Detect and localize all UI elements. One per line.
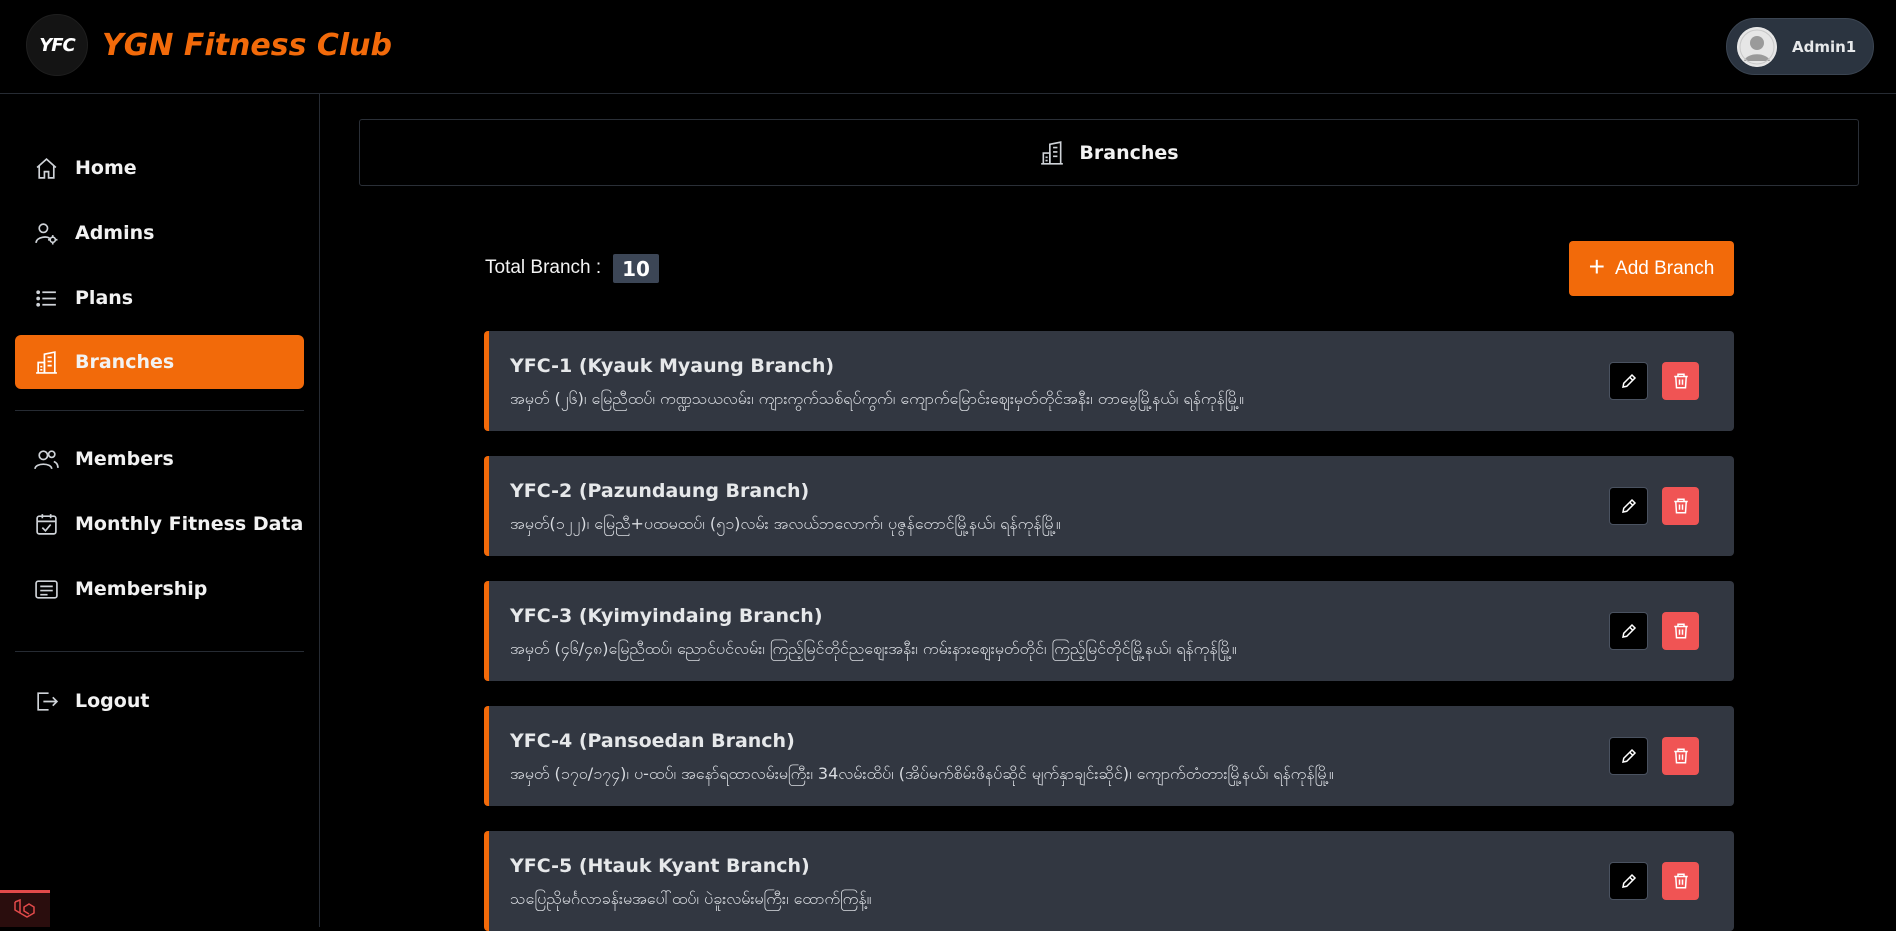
pencil-icon xyxy=(1621,623,1636,638)
edit-branch-button[interactable] xyxy=(1609,737,1648,775)
sidebar-item-logout[interactable]: Logout xyxy=(15,674,304,728)
branch-card: YFC-2 (Pazundaung Branch) အမှတ်(၁၂၂)၊ မြ… xyxy=(484,456,1734,556)
logo-text: YFC xyxy=(39,34,76,56)
laravel-icon xyxy=(14,899,35,918)
user-menu-button[interactable]: Admin1 xyxy=(1726,18,1874,75)
trash-icon xyxy=(1673,373,1688,389)
pencil-icon xyxy=(1621,873,1636,888)
branch-address: အမှတ် (၁၇၀/၁၇၄)၊ ပ-ထပ်၊ အနော်ရထာလမ်းမကြီ… xyxy=(510,764,1334,783)
branch-address: အမှတ် (၂၆)၊ မြေညီထပ်၊ ကဏ္ဍသယလမ်း၊ ကျားကွ… xyxy=(510,389,1244,408)
list-icon xyxy=(33,285,59,311)
trash-icon xyxy=(1673,748,1688,764)
branch-address: အမှတ်(၁၂၂)၊ မြေညီ+ပထမထပ်၊ (၅၁)လမ်း အလယ်ဘ… xyxy=(510,514,1061,533)
sidebar-divider xyxy=(15,651,304,652)
trash-icon xyxy=(1673,873,1688,889)
sidebar: Home Admins Plans Branches Members Month… xyxy=(0,94,320,927)
pencil-icon xyxy=(1621,498,1636,513)
delete-branch-button[interactable] xyxy=(1662,737,1699,775)
total-branch-count: 10 xyxy=(613,254,659,283)
user-name: Admin1 xyxy=(1792,37,1857,56)
branch-name: YFC-4 (Pansoedan Branch) xyxy=(510,730,795,752)
sidebar-item-label: Monthly Fitness Data xyxy=(75,513,304,535)
add-branch-button[interactable]: + Add Branch xyxy=(1569,241,1734,296)
branch-name: YFC-5 (Htauk Kyant Branch) xyxy=(510,855,810,877)
users-icon xyxy=(33,446,59,472)
branch-name: YFC-1 (Kyauk Myaung Branch) xyxy=(510,355,835,377)
page-title: Branches xyxy=(1079,141,1179,164)
id-card-icon xyxy=(33,576,59,602)
branch-card: YFC-5 (Htauk Kyant Branch) သပြေညိုမင်္ဂလ… xyxy=(484,831,1734,931)
total-branch-label: Total Branch : xyxy=(485,257,602,278)
pencil-icon xyxy=(1621,373,1636,388)
delete-branch-button[interactable] xyxy=(1662,487,1699,525)
trash-icon xyxy=(1673,498,1688,514)
edit-branch-button[interactable] xyxy=(1609,612,1648,650)
trash-icon xyxy=(1673,623,1688,639)
sidebar-item-plans[interactable]: Plans xyxy=(15,271,304,325)
edit-branch-button[interactable] xyxy=(1609,362,1648,400)
debug-toolbar-tab[interactable] xyxy=(0,890,50,927)
app-logo[interactable]: YFC xyxy=(26,14,88,76)
sidebar-item-label: Admins xyxy=(75,222,155,244)
avatar xyxy=(1737,26,1777,67)
user-avatar-icon xyxy=(1737,26,1777,67)
delete-branch-button[interactable] xyxy=(1662,862,1699,900)
sidebar-divider xyxy=(15,410,304,411)
sidebar-item-label: Plans xyxy=(75,287,134,309)
delete-branch-button[interactable] xyxy=(1662,362,1699,400)
sidebar-item-label: Membership xyxy=(75,578,208,600)
branch-card: YFC-3 (Kyimyindaing Branch) အမှတ် (၄၆/၄၈… xyxy=(484,581,1734,681)
edit-branch-button[interactable] xyxy=(1609,862,1648,900)
branch-name: YFC-2 (Pazundaung Branch) xyxy=(510,480,810,502)
branch-card: YFC-4 (Pansoedan Branch) အမှတ် (၁၇၀/၁၇၄)… xyxy=(484,706,1734,806)
sidebar-item-membership[interactable]: Membership xyxy=(15,562,304,616)
sidebar-item-members[interactable]: Members xyxy=(15,432,304,486)
delete-branch-button[interactable] xyxy=(1662,612,1699,650)
sidebar-item-label: Branches xyxy=(75,351,175,373)
user-gear-icon xyxy=(33,220,59,246)
sidebar-item-label: Logout xyxy=(75,690,150,712)
add-branch-label: Add Branch xyxy=(1615,257,1715,279)
sidebar-item-branches[interactable]: Branches xyxy=(15,335,304,389)
home-icon xyxy=(33,155,59,181)
calendar-check-icon xyxy=(33,511,59,537)
pencil-icon xyxy=(1621,748,1636,763)
edit-branch-button[interactable] xyxy=(1609,487,1648,525)
page-title-bar: Branches xyxy=(359,119,1859,186)
branch-address: သပြေညိုမင်္ဂလာခန်းမအပေါ်ထပ်၊ ပဲခူးလမ်းမက… xyxy=(510,889,872,908)
branch-address: အမှတ် (၄၆/၄၈)မြေညီထပ်၊ ညောင်ပင်လမ်း၊ ကြည… xyxy=(510,639,1237,658)
sidebar-item-admins[interactable]: Admins xyxy=(15,206,304,260)
top-bar: YFC YGN Fitness Club Admin1 xyxy=(0,0,1896,94)
branch-name: YFC-3 (Kyimyindaing Branch) xyxy=(510,605,823,627)
logout-icon xyxy=(33,688,59,714)
app-title: YGN Fitness Club xyxy=(102,28,393,63)
sidebar-item-monthly-fitness-data[interactable]: Monthly Fitness Data xyxy=(15,497,304,551)
building-icon xyxy=(33,349,59,375)
branch-card: YFC-1 (Kyauk Myaung Branch) အမှတ် (၂၆)၊ … xyxy=(484,331,1734,431)
plus-icon: + xyxy=(1588,251,1606,282)
sidebar-item-label: Home xyxy=(75,157,137,179)
sidebar-item-label: Members xyxy=(75,448,174,470)
building-icon xyxy=(1039,140,1065,166)
sidebar-item-home[interactable]: Home xyxy=(15,141,304,195)
